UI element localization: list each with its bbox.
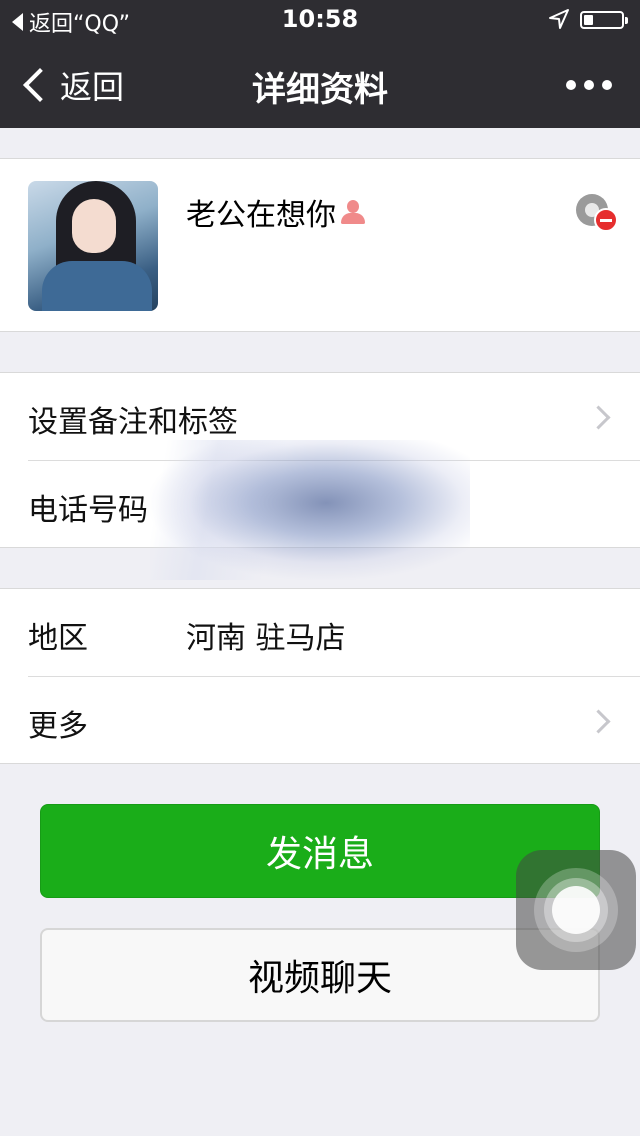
region-value: 河南 驻马店 (186, 621, 346, 656)
status-bar: 返回“QQ” 10:58 (0, 0, 640, 40)
profile-name: 老公在想你 (186, 198, 336, 233)
location-arrow-icon (549, 9, 569, 29)
page-title: 详细资料 (252, 70, 388, 110)
chevron-right-icon (586, 709, 611, 734)
region-label: 地区 (28, 621, 88, 656)
more-row[interactable]: 更多 (0, 677, 640, 764)
assistive-touch-button[interactable] (516, 850, 636, 970)
avatar[interactable] (28, 181, 158, 311)
status-time: 10:58 (281, 5, 359, 33)
remark-and-tags-label: 设置备注和标签 (28, 405, 238, 440)
chevron-right-icon (586, 405, 611, 430)
profile-card (0, 158, 640, 332)
battery-level-fill (584, 15, 593, 25)
remark-and-tags-row[interactable]: 设置备注和标签 (0, 373, 640, 460)
phone-number-label: 电话号码 (28, 493, 148, 528)
phone-number-row[interactable]: 电话号码 (0, 461, 640, 548)
blocked-moments-icon (576, 194, 618, 234)
more-label: 更多 (28, 709, 88, 744)
contact-info-group: 设置备注和标签 电话号码 (0, 372, 640, 548)
battery-icon (580, 11, 628, 29)
details-group: 地区 河南 驻马店 更多 (0, 588, 640, 764)
profile-name-wrap: 老公在想你 (186, 190, 366, 234)
navigation-bar: 返回 详细资料 (0, 40, 640, 128)
more-dots-icon[interactable] (566, 80, 612, 90)
region-row: 地区 河南 驻马店 (0, 589, 640, 676)
female-icon (340, 199, 366, 225)
